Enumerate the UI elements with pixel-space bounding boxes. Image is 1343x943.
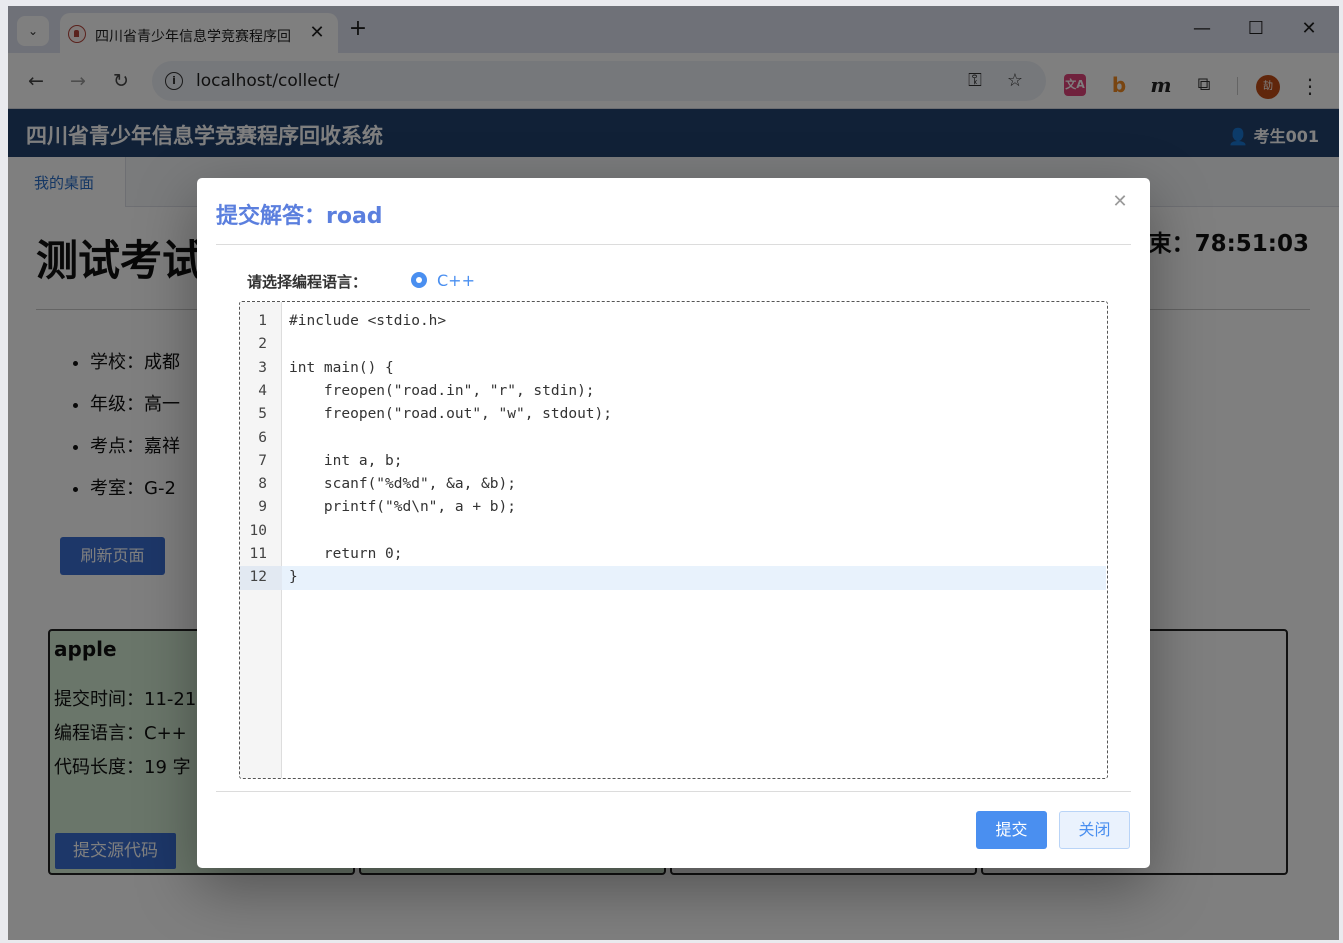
browser-window: ⌄ 四川省青少年信息学竞赛程序回 ✕ + — ☐ ✕ ← → ↻ i local…: [8, 6, 1339, 940]
code-text[interactable]: }: [289, 566, 298, 589]
code-line[interactable]: 6: [240, 427, 1106, 450]
line-number: 7: [258, 452, 267, 469]
code-line[interactable]: 4 freopen("road.in", "r", stdin);: [240, 380, 1106, 403]
language-radio-cpp[interactable]: [411, 272, 427, 288]
line-number: 10: [249, 522, 267, 539]
code-line[interactable]: 3 int main() {: [240, 357, 1106, 380]
language-option-label[interactable]: C++: [437, 271, 475, 290]
line-number: 3: [258, 359, 267, 376]
code-line[interactable]: 8 scanf("%d%d", &a, &b);: [240, 473, 1106, 496]
line-number: 1: [258, 313, 267, 329]
dialog-title: 提交解答：road: [216, 204, 383, 229]
code-line[interactable]: 9 printf("%d\n", a + b);: [240, 496, 1106, 519]
code-text[interactable]: int a, b;: [289, 450, 403, 473]
code-line[interactable]: 1 #include <stdio.h>: [240, 310, 1106, 333]
line-number: 8: [258, 476, 267, 493]
submit-button[interactable]: 提交: [976, 811, 1047, 849]
code-text[interactable]: int main() {: [289, 357, 394, 380]
code-editor[interactable]: 1 #include <stdio.h> 2 3 int main() {4 freop…: [239, 301, 1108, 779]
code-line[interactable]: 12}: [240, 566, 1106, 590]
code-line[interactable]: 11 return 0;: [240, 543, 1106, 566]
code-text[interactable]: freopen("road.out", "w", stdout);: [289, 403, 612, 426]
close-icon[interactable]: ✕: [1110, 192, 1130, 212]
code-text[interactable]: #include <stdio.h>: [289, 310, 446, 333]
code-text[interactable]: scanf("%d%d", &a, &b);: [289, 473, 516, 496]
dialog-divider: [216, 791, 1131, 792]
code-line[interactable]: 7 int a, b;: [240, 450, 1106, 473]
language-label: 请选择编程语言：: [247, 273, 368, 291]
line-number: 4: [258, 382, 267, 399]
line-number: 2: [258, 336, 267, 353]
dialog-divider: [216, 244, 1131, 245]
code-text[interactable]: return 0;: [289, 543, 403, 566]
line-number: 12: [240, 566, 282, 590]
code-text[interactable]: freopen("road.in", "r", stdin);: [289, 380, 595, 403]
code-line[interactable]: 10: [240, 520, 1106, 543]
submit-dialog: 提交解答：road ✕ 请选择编程语言： C++ 1 #include <stdi…: [197, 178, 1150, 868]
line-number: 6: [258, 429, 267, 446]
close-button[interactable]: 关闭: [1059, 811, 1130, 849]
code-line[interactable]: 5 freopen("road.out", "w", stdout);: [240, 403, 1106, 426]
code-text[interactable]: printf("%d\n", a + b);: [289, 496, 516, 519]
line-number: 11: [249, 546, 267, 562]
code-line[interactable]: 2: [240, 333, 1106, 356]
line-number: 5: [258, 406, 267, 423]
line-number: 9: [258, 499, 267, 516]
